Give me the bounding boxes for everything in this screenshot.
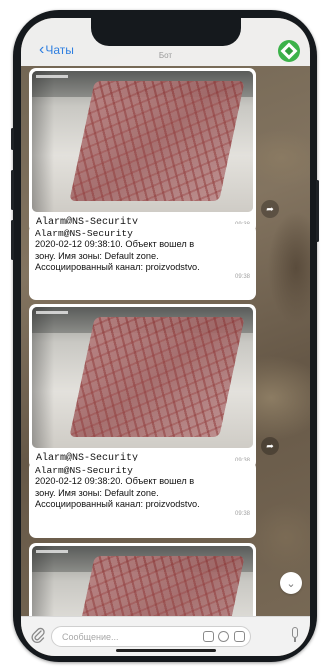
- phone-screen: ‹ Чаты Бот Alarm@NS-Security 09:38 ➦ Ala…: [21, 18, 310, 656]
- message-field: [51, 626, 251, 647]
- phone-notch: [91, 18, 241, 46]
- message-sender: Alarm@NS-Security: [35, 228, 133, 239]
- slash-command-icon[interactable]: [203, 631, 214, 642]
- camera-snapshot[interactable]: [32, 307, 253, 448]
- camera-snapshot[interactable]: [32, 546, 253, 623]
- chevron-down-icon[interactable]: ⌄: [280, 572, 302, 594]
- message-sender: Alarm@NS-Security: [35, 465, 133, 476]
- sticker-icon[interactable]: [234, 631, 245, 642]
- message-time: 09:38: [234, 511, 250, 518]
- message-line: Ассоциированный канал: proizvodstvo.: [35, 261, 200, 272]
- message-line: 2020-02-12 09:38:20. Объект вошел в: [35, 476, 195, 487]
- photo-message[interactable]: Alarm@NS-Security 09:38: [29, 304, 256, 469]
- volume-down-button: [11, 220, 14, 260]
- volume-up-button: [11, 170, 14, 210]
- clock-icon[interactable]: [218, 631, 229, 642]
- text-message[interactable]: Alarm@NS-Security 2020-02-12 09:38:10. О…: [29, 224, 256, 300]
- message-line: зону. Имя зоны: Default zone.: [35, 250, 159, 261]
- mute-switch: [11, 128, 14, 150]
- message-time: 09:38: [234, 274, 250, 281]
- photo-message[interactable]: Alarm@NS-Security 09:38: [29, 68, 256, 233]
- camera-snapshot[interactable]: [32, 71, 253, 212]
- message-composer: [21, 616, 310, 656]
- message-input[interactable]: [60, 627, 200, 647]
- chat-title[interactable]: Бот: [21, 51, 310, 60]
- bot-avatar-icon[interactable]: [278, 40, 300, 62]
- photo-message[interactable]: [29, 543, 256, 623]
- message-line: Ассоциированный канал: proizvodstvo.: [35, 498, 200, 509]
- text-message[interactable]: Alarm@NS-Security 2020-02-12 09:38:20. О…: [29, 461, 256, 538]
- message-line: 2020-02-12 09:38:10. Объект вошел в: [35, 239, 195, 250]
- paperclip-icon[interactable]: [31, 626, 47, 644]
- chat-header: ‹ Чаты Бот: [21, 18, 310, 66]
- share-arrow-icon[interactable]: ➦: [261, 200, 279, 218]
- power-button: [316, 180, 319, 242]
- share-arrow-icon[interactable]: ➦: [261, 437, 279, 455]
- microphone-icon[interactable]: [290, 627, 300, 643]
- home-indicator: [116, 649, 216, 652]
- message-line: зону. Имя зоны: Default zone.: [35, 487, 159, 498]
